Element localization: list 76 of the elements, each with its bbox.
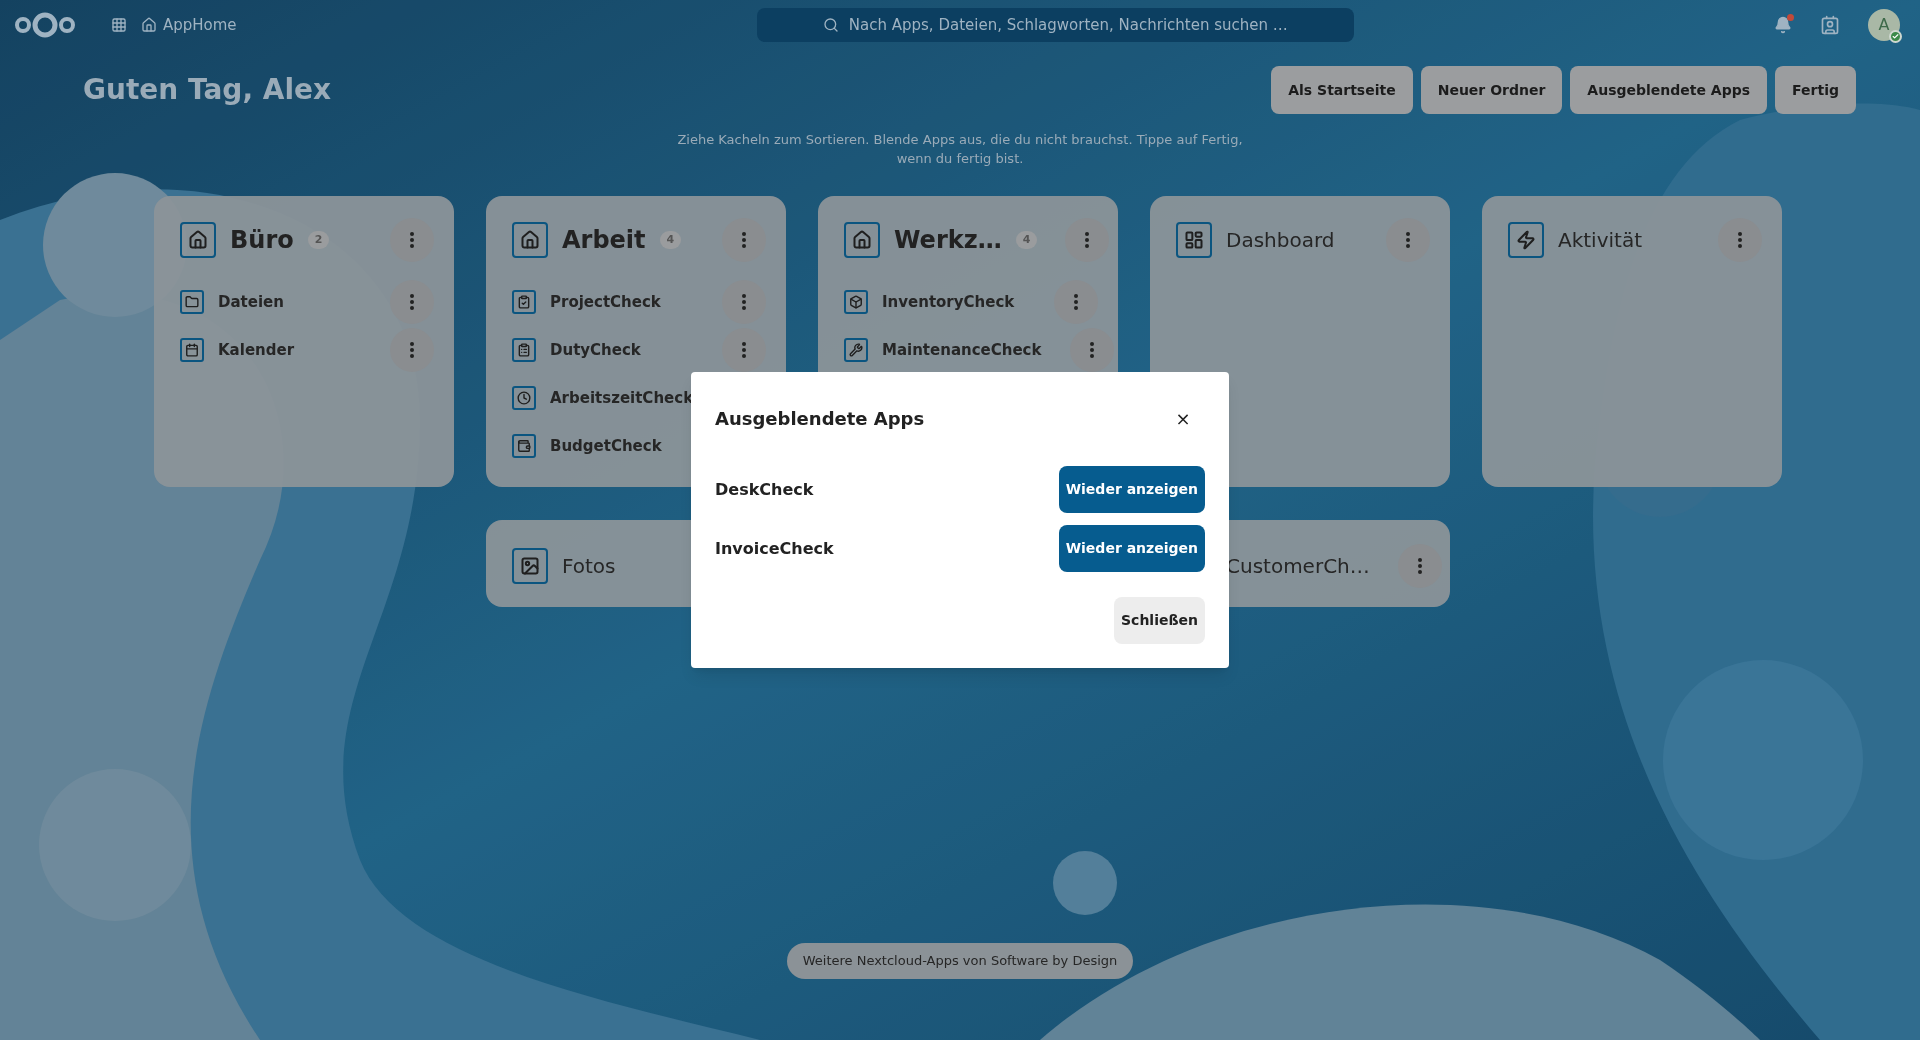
wrench-icon [844, 338, 868, 362]
more-icon [410, 342, 414, 358]
toolbar-button[interactable]: Als Startseite [1271, 66, 1413, 114]
more-icon [410, 294, 414, 310]
count-badge: 4 [1015, 231, 1038, 249]
more-icon [1074, 294, 1078, 310]
more-button[interactable] [390, 328, 434, 372]
more-icon [742, 294, 746, 310]
more-icon [1085, 232, 1090, 248]
count-badge: 4 [659, 231, 682, 249]
search-icon [822, 17, 839, 33]
toolbar-button[interactable]: Neuer Ordner [1420, 66, 1563, 114]
more-icon [742, 342, 746, 358]
more-button[interactable] [390, 218, 434, 262]
more-icon [1089, 342, 1094, 358]
clock-icon [512, 386, 536, 410]
wallet-icon [512, 434, 536, 458]
more-button[interactable] [1718, 218, 1762, 262]
close-button[interactable]: × [1161, 396, 1205, 440]
folder-tile[interactable]: Büro 2 Dateien Kalender [154, 196, 454, 487]
more-icon [1406, 232, 1410, 248]
more-button[interactable] [722, 218, 766, 262]
folder-title: Arbeit [562, 225, 646, 256]
close-dialog-button[interactable]: Schließen [1114, 597, 1205, 644]
toolbar-button[interactable]: Ausgeblendete Apps [1570, 66, 1768, 114]
calendar-icon [180, 338, 204, 362]
app-name[interactable]: BudgetCheck [550, 434, 662, 458]
more-button[interactable] [1386, 218, 1430, 262]
show-again-button[interactable]: Wieder anzeigen [1058, 466, 1205, 513]
more-icon [410, 232, 414, 248]
more-button[interactable] [1065, 218, 1110, 262]
more-icon [1738, 232, 1742, 248]
app-name[interactable]: DutyCheck [550, 338, 641, 362]
search-field[interactable]: Nach Apps, Dateien, Schlagworten, Nachrichten suchen … [756, 8, 1354, 42]
more-button[interactable] [722, 280, 766, 324]
app-name[interactable]: Dateien [218, 290, 284, 314]
image-icon [512, 547, 548, 584]
app-menu-icon[interactable] [111, 17, 127, 33]
app-name[interactable]: ArbeitszeitCheck [550, 386, 694, 410]
app-name[interactable]: ProjectCheck [550, 290, 661, 314]
house-icon [512, 222, 548, 258]
more-icon [742, 232, 746, 248]
more-button[interactable] [390, 280, 434, 324]
hint-text: Ziehe Kacheln zum Sortieren. Blende Apps aus, die du nicht brauchst. Tippe auf Fertig, wenn du fertig bist. [676, 131, 1244, 168]
contacts-icon[interactable] [1820, 15, 1840, 35]
count-badge: 2 [307, 231, 330, 249]
more-button[interactable] [1054, 280, 1098, 324]
app-home-link[interactable]: AppHome [141, 13, 237, 37]
app-name[interactable]: MaintenanceCheck [882, 338, 1042, 362]
tile-title: Aktivität [1558, 227, 1642, 254]
folder-title: Werkz… [894, 225, 1002, 256]
lightning-icon [1508, 222, 1544, 258]
bell-icon[interactable] [1774, 16, 1792, 34]
folder-icon [180, 290, 204, 314]
logo-icon [14, 10, 76, 40]
more-apps-link[interactable]: Weitere Nextcloud-Apps von Software by Design [786, 943, 1134, 979]
clipboard-check-icon [512, 290, 536, 314]
clipboard-icon [512, 338, 536, 362]
tile-title: CustomerCh… [1226, 552, 1370, 580]
app-name[interactable]: Kalender [218, 338, 295, 362]
house-icon [141, 17, 157, 33]
cube-icon [844, 290, 868, 314]
more-button[interactable] [1069, 328, 1114, 372]
folder-title: Büro [230, 225, 294, 256]
toolbar-button[interactable]: Fertig [1775, 66, 1856, 114]
app-name[interactable]: InventoryCheck [882, 290, 1015, 314]
tile-title: Fotos [562, 552, 616, 580]
house-icon [844, 222, 880, 258]
greeting: Guten Tag, Alex [83, 72, 333, 108]
more-button[interactable] [722, 328, 766, 372]
more-icon [1417, 557, 1422, 574]
columns-icon [1176, 222, 1212, 258]
house-icon [180, 222, 216, 258]
show-again-button[interactable]: Wieder anzeigen [1058, 525, 1205, 572]
app-tile[interactable]: Aktivität [1482, 196, 1782, 487]
tile-title: Dashboard [1226, 227, 1335, 254]
